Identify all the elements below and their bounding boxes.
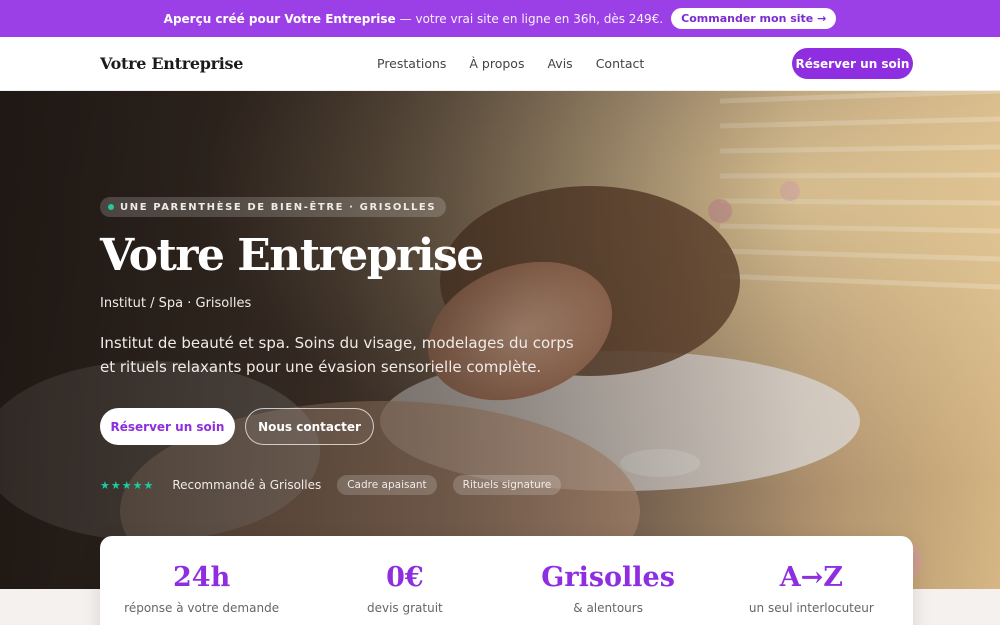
- hero-title: Votre Entreprise: [100, 230, 484, 281]
- hero-tagline-badge: UNE PARENTHÈSE DE BIEN-ÊTRE · GRISOLLES: [100, 197, 447, 217]
- order-site-button[interactable]: Commander mon site →: [671, 8, 837, 29]
- stat-value: 24h: [173, 562, 231, 593]
- nav-link-avis[interactable]: Avis: [547, 56, 572, 71]
- nav-link-a-propos[interactable]: À propos: [469, 56, 524, 71]
- contact-us-button[interactable]: Nous contacter: [245, 408, 374, 445]
- stat-value: A→Z: [779, 562, 844, 593]
- promo-text: — votre vrai site en ligne en 36h, dès 2…: [399, 11, 664, 26]
- hero-tagline: UNE PARENTHÈSE DE BIEN-ÊTRE · GRISOLLES: [120, 201, 437, 213]
- nav-link-contact[interactable]: Contact: [596, 56, 645, 71]
- top-navigation: Votre Entreprise Prestations À propos Av…: [0, 37, 1000, 91]
- stat-item: 0€ devis gratuit: [303, 536, 506, 625]
- stat-label: devis gratuit: [366, 601, 443, 615]
- stats-card: 24h réponse à votre demande 0€ devis gra…: [100, 536, 913, 625]
- stat-item: Grisolles & alentours: [507, 536, 710, 625]
- stat-label: un seul interlocuteur: [748, 601, 874, 615]
- feature-chip: Rituels signature: [452, 475, 562, 495]
- brand-logo[interactable]: Votre Entreprise: [100, 54, 243, 73]
- stat-label: & alentours: [573, 601, 643, 615]
- promo-text-bold: Aperçu créé pour Votre Entreprise: [163, 11, 396, 26]
- stat-label: réponse à votre demande: [124, 601, 280, 615]
- rating-stars-icon: ★★★★★: [100, 478, 155, 492]
- nav-link-prestations[interactable]: Prestations: [377, 56, 446, 71]
- feature-chip: Cadre apaisant: [337, 475, 437, 495]
- hero-subtitle: Institut / Spa · Grisolles: [100, 296, 252, 311]
- status-dot-icon: [108, 204, 114, 210]
- stat-value: 0€: [386, 562, 424, 593]
- book-treatment-button[interactable]: Réserver un soin: [100, 408, 235, 445]
- stat-value: Grisolles: [541, 562, 675, 593]
- nav-links: Prestations À propos Avis Contact: [377, 56, 644, 71]
- recommendation-text: Recommandé à Grisolles: [172, 478, 322, 492]
- promo-banner: Aperçu créé pour Votre Entreprise — votr…: [0, 0, 1000, 37]
- social-proof: ★★★★★ Recommandé à Grisolles Cadre apais…: [100, 475, 562, 495]
- book-treatment-nav-button[interactable]: Réserver un soin: [792, 48, 913, 79]
- stat-item: A→Z un seul interlocuteur: [710, 536, 913, 625]
- stat-item: 24h réponse à votre demande: [100, 536, 303, 625]
- hero-section: UNE PARENTHÈSE DE BIEN-ÊTRE · GRISOLLES …: [0, 91, 1000, 589]
- hero-description: Institut de beauté et spa. Soins du visa…: [100, 334, 574, 376]
